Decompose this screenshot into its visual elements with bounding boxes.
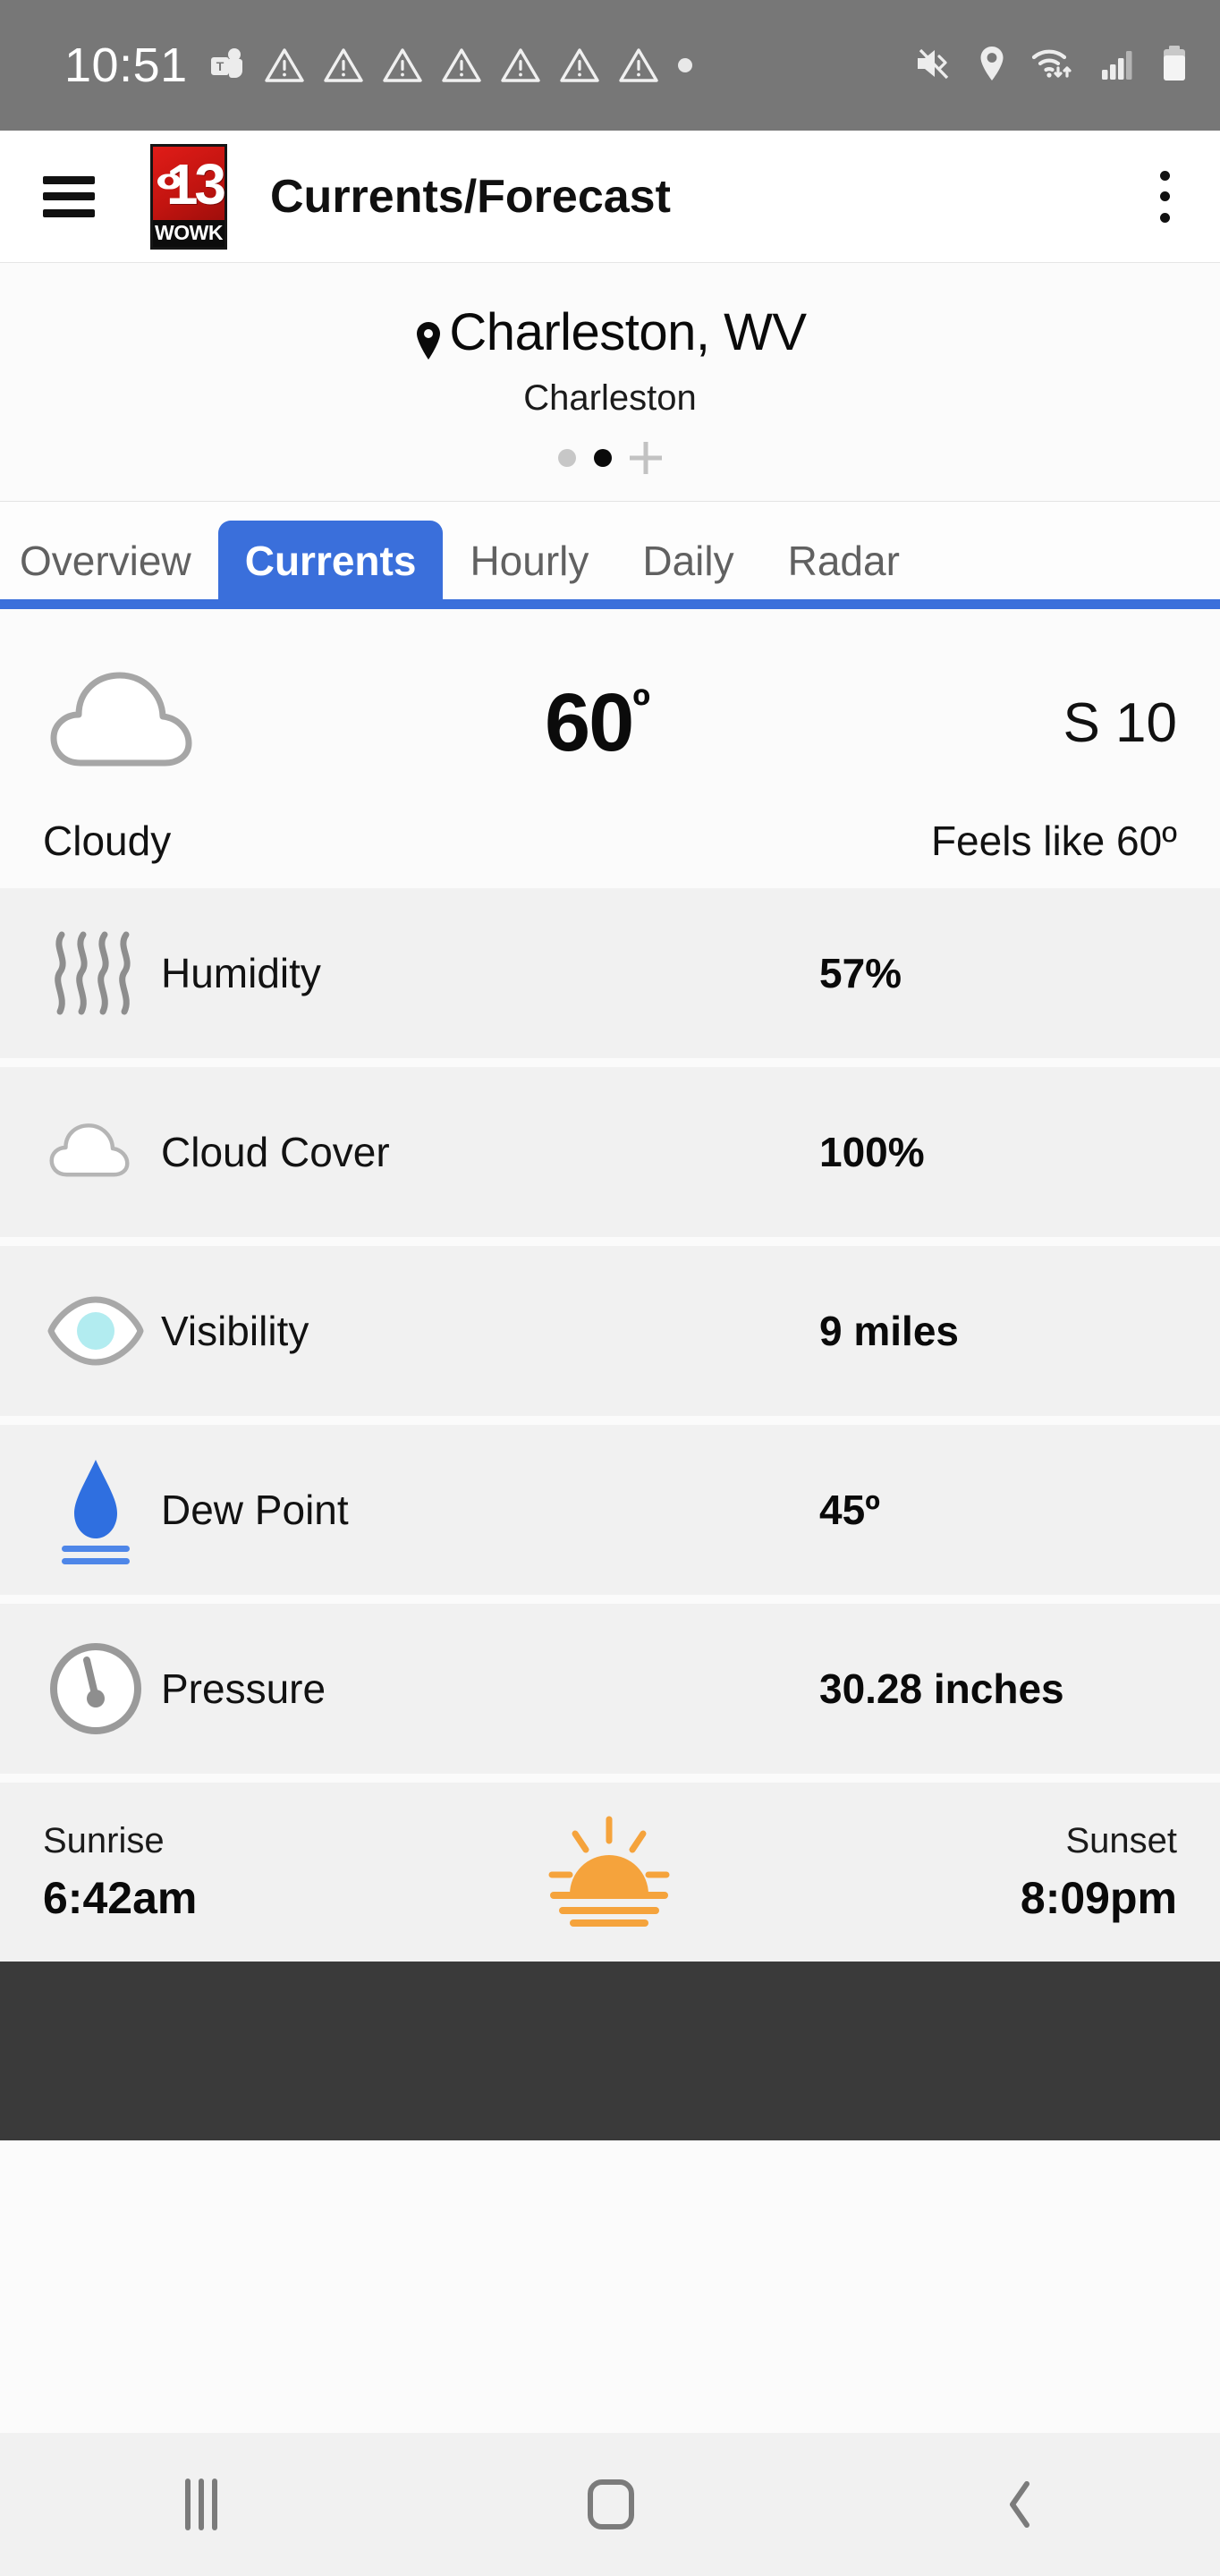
water-droplet-icon — [43, 1454, 148, 1565]
location-card: Charleston, WV Charleston — [0, 263, 1220, 502]
content-filler — [0, 2140, 1220, 2433]
current-wind: S 10 — [1063, 691, 1177, 754]
pressure-gauge-icon — [43, 1639, 148, 1739]
pager-dot-inactive[interactable] — [558, 449, 576, 467]
tab-radar[interactable]: Radar — [761, 521, 927, 599]
status-bar: 10:51 T — [0, 0, 1220, 131]
location-name-row: Charleston, WV — [0, 302, 1220, 362]
logo-callsign: WOWK — [155, 221, 223, 245]
warning-triangle-icon — [441, 47, 481, 83]
current-top-row: 60º S 10 — [43, 640, 1177, 806]
logo-black-panel: WOWK — [153, 220, 225, 247]
wifi-icon — [1030, 45, 1077, 87]
phone-screen: 10:51 T 13 WOWK Currents/Forecast Charle… — [0, 0, 1220, 2576]
status-clock: 10:51 — [64, 38, 188, 92]
ad-banner[interactable] — [0, 1962, 1220, 2140]
tab-daily[interactable]: Daily — [615, 521, 760, 599]
sunrise-sun-icon — [541, 1812, 677, 1933]
sunrise-block: Sunrise 6:42am — [43, 1821, 197, 1924]
pager-dot-active[interactable] — [594, 449, 612, 467]
temperature-value: 60 — [544, 676, 634, 768]
current-temperature: 60º — [249, 676, 945, 770]
sunrise-label: Sunrise — [43, 1820, 165, 1860]
warning-triangle-icon — [559, 47, 599, 83]
humidity-waves-icon — [43, 924, 148, 1022]
detail-label: Dew Point — [161, 1487, 349, 1533]
current-bottom-row: Cloudy Feels like 60º — [43, 817, 1177, 865]
cellular-signal-icon — [1100, 45, 1138, 87]
tab-hourly[interactable]: Hourly — [443, 521, 615, 599]
detail-value: 45º — [819, 1487, 880, 1533]
detail-value: 57% — [819, 950, 902, 996]
eye-icon — [43, 1291, 148, 1371]
mute-icon — [912, 45, 953, 87]
detail-value: 30.28 inches — [819, 1665, 1064, 1712]
warning-triangle-icon — [264, 47, 304, 83]
add-location-button[interactable] — [630, 442, 662, 474]
warning-triangle-icon — [382, 47, 422, 83]
wowk-13-logo: 13 WOWK — [150, 143, 227, 250]
detail-value: 9 miles — [819, 1308, 959, 1354]
detail-label: Visibility — [161, 1308, 309, 1354]
current-description: Cloudy — [43, 818, 172, 864]
logo-red-panel: 13 — [153, 146, 225, 223]
battery-icon — [1161, 44, 1188, 88]
sunset-label: Sunset — [1065, 1820, 1177, 1860]
home-icon[interactable] — [588, 2479, 634, 2529]
detail-label: Pressure — [161, 1665, 326, 1712]
location-pin-icon — [413, 313, 444, 360]
detail-rows: Humidity 57% Cloud Cover 100% Visibility — [0, 888, 1220, 1962]
cloud-icon — [43, 656, 249, 790]
recents-icon[interactable] — [185, 2479, 217, 2530]
location-pager — [0, 440, 1220, 476]
tab-overview[interactable]: Overview — [0, 521, 218, 599]
feels-like-text: Feels like 60º — [930, 818, 1177, 864]
sunrise-sunset-row: Sunrise 6:42am Sunset 8:09pm — [0, 1783, 1220, 1962]
sunrise-time: 6:42am — [43, 1872, 198, 1923]
detail-row-pressure[interactable]: Pressure 30.28 inches — [0, 1604, 1220, 1774]
cbs-eye-icon — [157, 174, 181, 190]
tab-bar: Overview Currents Hourly Daily Radar — [0, 502, 1220, 609]
detail-value: 100% — [819, 1129, 925, 1175]
hamburger-menu-icon[interactable] — [43, 175, 95, 217]
warning-triangle-icon — [500, 47, 540, 83]
detail-row-visibility[interactable]: Visibility 9 miles — [0, 1246, 1220, 1416]
sunset-time: 8:09pm — [1020, 1872, 1177, 1923]
detail-label: Cloud Cover — [161, 1129, 390, 1175]
detail-row-dew-point[interactable]: Dew Point 45º — [0, 1425, 1220, 1595]
page-title: Currents/Forecast — [270, 170, 671, 223]
cloud-icon — [43, 1106, 148, 1199]
android-nav-bar — [0, 2433, 1220, 2576]
detail-label: Humidity — [161, 950, 321, 996]
detail-row-humidity[interactable]: Humidity 57% — [0, 888, 1220, 1058]
status-bar-right — [912, 44, 1188, 88]
svg-text:T: T — [216, 59, 224, 73]
location-sub: Charleston — [523, 378, 697, 418]
status-bar-left: 10:51 T — [64, 41, 912, 89]
dot-indicator — [677, 58, 692, 72]
kebab-menu-icon[interactable] — [1145, 170, 1184, 223]
back-icon[interactable] — [1004, 2479, 1035, 2530]
current-conditions: 60º S 10 Cloudy Feels like 60º — [0, 609, 1220, 888]
sunset-block: Sunset 8:09pm — [1021, 1821, 1177, 1924]
tab-currents[interactable]: Currents — [217, 521, 444, 599]
degree-symbol: º — [632, 678, 650, 733]
warning-triangle-icon — [618, 47, 658, 83]
detail-row-cloud-cover[interactable]: Cloud Cover 100% — [0, 1067, 1220, 1237]
app-bar: 13 WOWK Currents/Forecast — [0, 131, 1220, 263]
warning-triangle-icon — [323, 47, 363, 83]
location-name: Charleston, WV — [449, 303, 807, 361]
location-icon — [977, 45, 1007, 87]
teams-icon: T — [208, 47, 245, 84]
